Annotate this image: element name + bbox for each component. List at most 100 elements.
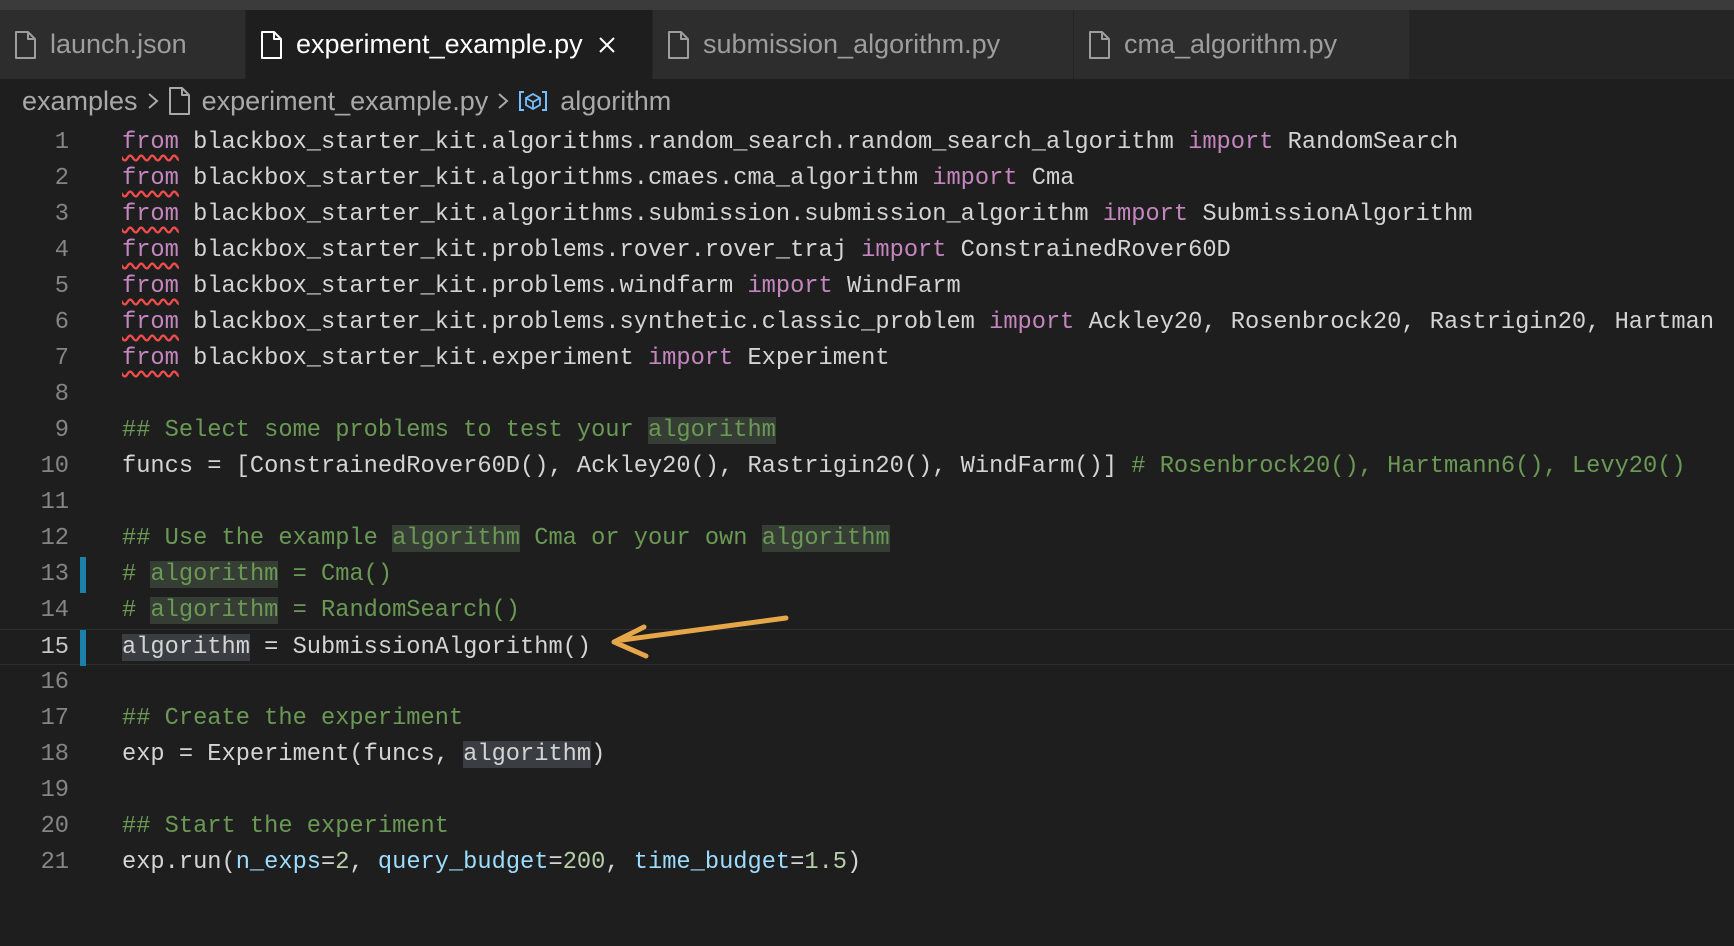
code-line[interactable]: 16 [0, 665, 1734, 701]
code-token: blackbox_starter_kit.problems.synthetic.… [178, 309, 990, 336]
code-token: = [548, 849, 563, 876]
code-line[interactable]: 11 [0, 485, 1734, 521]
code-token: import [861, 237, 947, 264]
code-line[interactable]: 9 ## Select some problems to test your al… [0, 413, 1734, 449]
line-number: 14 [40, 597, 69, 624]
code-text: ## Use the example algorithm Cma or your… [122, 521, 890, 557]
code-token: from [122, 165, 179, 192]
code-token: , [605, 849, 634, 876]
code-line[interactable]: 20 ## Start the experiment [0, 809, 1734, 845]
modified-line-marker[interactable] [80, 630, 86, 666]
code-token: algorithm [761, 525, 890, 552]
code-token: algorithm [392, 525, 521, 552]
code-line[interactable]: 2 from blackbox_starter_kit.algorithms.cm… [0, 161, 1734, 197]
code-text: from blackbox_starter_kit.algorithms.ran… [122, 125, 1458, 161]
code-token: ## Create the experiment [122, 705, 464, 732]
line-number: 20 [40, 813, 69, 840]
line-number: 15 [40, 634, 69, 661]
symbol-variable-icon [518, 90, 548, 112]
code-line[interactable]: 3 from blackbox_starter_kit.algorithms.su… [0, 197, 1734, 233]
code-line[interactable]: 13 # algorithm = Cma() [0, 557, 1734, 593]
code-line[interactable]: 12 ## Use the example algorithm Cma or yo… [0, 521, 1734, 557]
code-text: # algorithm = RandomSearch() [122, 593, 520, 629]
code-text: # algorithm = Cma() [122, 557, 392, 593]
code-text: ## Create the experiment [122, 701, 463, 737]
line-number: 21 [40, 849, 69, 876]
code-token: blackbox_starter_kit.algorithms.cmaes.cm… [178, 165, 933, 192]
file-icon [667, 30, 689, 59]
code-line[interactable]: 18 exp = Experiment(funcs, algorithm) [0, 737, 1734, 773]
tab-label: experiment_example.py [296, 29, 583, 59]
code-token: blackbox_starter_kit.problems.rover.rove… [178, 237, 862, 264]
line-number: 13 [40, 561, 69, 588]
tab-launch-json[interactable]: launch.json [0, 10, 246, 79]
line-number: 5 [54, 273, 69, 300]
code-token: ## Use the example [122, 525, 393, 552]
code-token: import [747, 273, 833, 300]
code-token: Ackley20, Rosenbrock20, Rastrigin20, Har… [1074, 309, 1715, 336]
code-token: algorithm [150, 561, 279, 588]
code-token: = SubmissionAlgorithm() [249, 634, 592, 661]
breadcrumb-file[interactable]: experiment_example.py [202, 86, 489, 117]
code-text: exp = Experiment(funcs, algorithm) [122, 737, 605, 773]
code-text: from blackbox_starter_kit.algorithms.sub… [122, 197, 1472, 233]
code-token: import [1188, 129, 1274, 156]
line-number: 17 [40, 705, 69, 732]
code-token: ConstrainedRover60D [946, 237, 1231, 264]
file-icon [260, 30, 282, 59]
code-token: = [790, 849, 805, 876]
line-number: 2 [54, 165, 69, 192]
code-line[interactable]: 4 from blackbox_starter_kit.problems.rove… [0, 233, 1734, 269]
code-line[interactable]: 10 funcs = [ConstrainedRover60D(), Ackley… [0, 449, 1734, 485]
code-text: from blackbox_starter_kit.algorithms.cma… [122, 161, 1074, 197]
tab-experiment-example-py[interactable]: experiment_example.py [246, 10, 653, 79]
tab-submission-algorithm-py[interactable]: submission_algorithm.py [653, 10, 1074, 79]
code-line[interactable]: 21 exp.run(n_exps=2, query_budget=200, ti… [0, 845, 1734, 881]
code-token: time_budget [633, 849, 791, 876]
chevron-right-icon [496, 91, 510, 111]
code-line[interactable]: 6 from blackbox_starter_kit.problems.synt… [0, 305, 1734, 341]
breadcrumb: examples experiment_example.py algorithm [0, 79, 1734, 123]
code-token: from [122, 273, 179, 300]
close-icon[interactable] [597, 35, 617, 55]
file-icon [1088, 30, 1110, 59]
code-token: import [647, 345, 734, 372]
code-token: Cma or your own [520, 525, 762, 552]
code-line[interactable]: 1 from blackbox_starter_kit.algorithms.ra… [0, 125, 1734, 161]
code-line[interactable]: 19 [0, 773, 1734, 809]
code-token: algorithm [647, 417, 776, 444]
code-text: from blackbox_starter_kit.experiment imp… [122, 341, 890, 377]
code-token: Experiment [733, 345, 890, 372]
code-token: from [122, 345, 179, 372]
code-token: exp.run( [122, 849, 236, 876]
modified-line-marker[interactable] [80, 557, 86, 593]
breadcrumb-symbol[interactable]: algorithm [560, 86, 671, 117]
code-token: Cma [1017, 165, 1075, 192]
code-line[interactable]: 15 algorithm = SubmissionAlgorithm() [0, 629, 1734, 666]
line-number: 7 [54, 345, 69, 372]
code-line[interactable]: 5 from blackbox_starter_kit.problems.wind… [0, 269, 1734, 305]
editor-tab-bar: launch.json experiment_example.py submis… [0, 10, 1734, 79]
tab-cma-algorithm-py[interactable]: cma_algorithm.py [1074, 10, 1410, 79]
breadcrumb-folder[interactable]: examples [22, 86, 138, 117]
line-number: 11 [40, 489, 69, 516]
code-line[interactable]: 14 # algorithm = RandomSearch() [0, 593, 1734, 629]
chevron-right-icon [146, 91, 160, 111]
code-line[interactable]: 8 [0, 377, 1734, 413]
code-token: import [932, 165, 1018, 192]
code-editor[interactable]: 1 from blackbox_starter_kit.algorithms.ra… [0, 125, 1734, 946]
code-token: algorithm [122, 634, 250, 661]
code-token: = RandomSearch() [278, 597, 521, 624]
file-icon [14, 30, 36, 59]
code-token: # [122, 561, 151, 588]
code-line[interactable]: 7 from blackbox_starter_kit.experiment im… [0, 341, 1734, 377]
line-number: 12 [40, 525, 69, 552]
code-token: from [122, 237, 179, 264]
code-text: exp.run(n_exps=2, query_budget=200, time… [122, 845, 861, 881]
code-token: blackbox_starter_kit.algorithms.submissi… [178, 201, 1103, 228]
code-text: funcs = [ConstrainedRover60D(), Ackley20… [122, 449, 1686, 485]
code-token: query_budget [377, 849, 549, 876]
code-token: 2 [335, 849, 350, 876]
code-line[interactable]: 17 ## Create the experiment [0, 701, 1734, 737]
line-number: 10 [40, 453, 69, 480]
